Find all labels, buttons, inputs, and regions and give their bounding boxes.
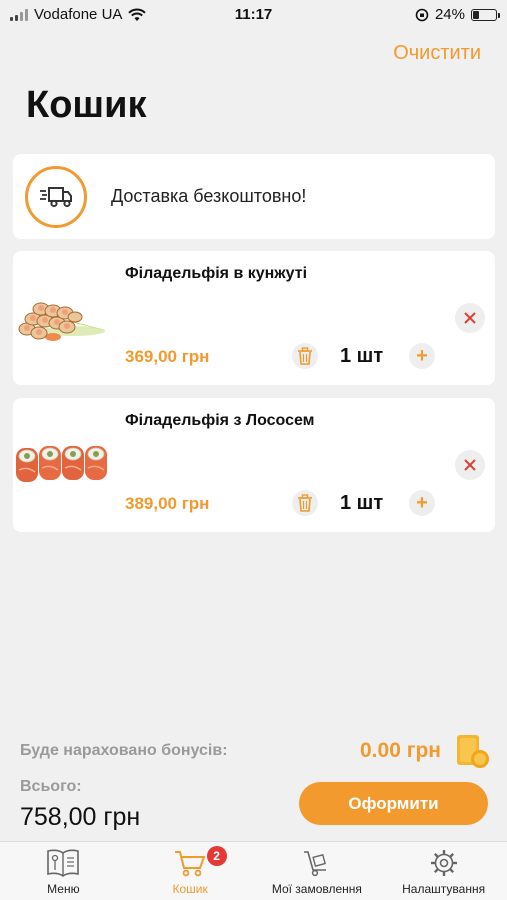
sushi-roll-image (18, 302, 108, 341)
trash-icon (298, 347, 312, 365)
delivery-banner: Доставка безкоштовно! (13, 154, 495, 239)
plus-icon: + (416, 492, 428, 514)
tab-orders[interactable]: Мої замовлення (254, 842, 381, 900)
cart-icon (175, 851, 206, 877)
decrease-quantity-button[interactable] (292, 490, 318, 516)
status-bar: Vodafone UA 11:17 24% (0, 0, 507, 30)
tab-cart[interactable]: 2 Кошик (127, 842, 254, 900)
sushi-roll-image (16, 446, 107, 482)
tab-bar: Меню 2 Кошик Мої замовлення Налаштування (0, 841, 507, 900)
plus-icon: + (416, 345, 428, 367)
item-name: Філадельфія з Лососем (125, 412, 315, 429)
clear-cart-button[interactable]: Очистити (393, 42, 481, 65)
item-price: 369,00 грн (125, 347, 210, 366)
delivery-text: Доставка безкоштовно! (111, 186, 307, 206)
checkout-button[interactable]: Оформити (299, 782, 488, 825)
remove-item-button[interactable] (455, 303, 485, 333)
trash-icon (298, 494, 312, 512)
status-right: 24% (415, 6, 500, 23)
decrease-quantity-button[interactable] (292, 343, 318, 369)
tab-label: Налаштування (402, 882, 486, 896)
battery-percent: 24% (434, 6, 465, 23)
remove-item-button[interactable] (455, 450, 485, 480)
bonus-value: 0.00 грн (360, 739, 441, 762)
orders-icon (303, 851, 326, 877)
close-icon (464, 459, 476, 471)
total-value: 758,00 грн (20, 803, 141, 831)
coins-icon (457, 735, 489, 768)
bonus-label: Буде нараховано бонусів: (20, 742, 228, 759)
item-price: 389,00 грн (125, 494, 210, 513)
gear-icon (430, 850, 457, 876)
item-quantity: 1 шт (340, 492, 384, 514)
increase-quantity-button[interactable]: + (409, 343, 435, 369)
total-label: Всього: (20, 778, 82, 795)
close-icon (464, 312, 476, 324)
increase-quantity-button[interactable]: + (409, 490, 435, 516)
tab-settings[interactable]: Налаштування (380, 842, 507, 900)
menu-book-icon (47, 849, 80, 877)
orientation-lock-icon (415, 8, 429, 21)
item-name: Філадельфія в кунжуті (125, 265, 308, 282)
tab-menu[interactable]: Меню (0, 842, 127, 900)
page-title: Кошик (26, 84, 147, 126)
cart-count-badge: 2 (206, 846, 227, 866)
tab-label: Меню (47, 882, 80, 896)
truck-icon (25, 166, 87, 228)
tab-label: Кошик (172, 882, 208, 896)
battery-icon (471, 8, 500, 21)
cart-item: Філадельфія в кунжуті 369,00 грн 1 шт + (13, 251, 495, 385)
tab-label: Мої замовлення (271, 882, 362, 896)
item-quantity: 1 шт (340, 345, 384, 367)
cart-item: Філадельфія з Лососем 389,00 грн 1 шт + (13, 398, 495, 532)
